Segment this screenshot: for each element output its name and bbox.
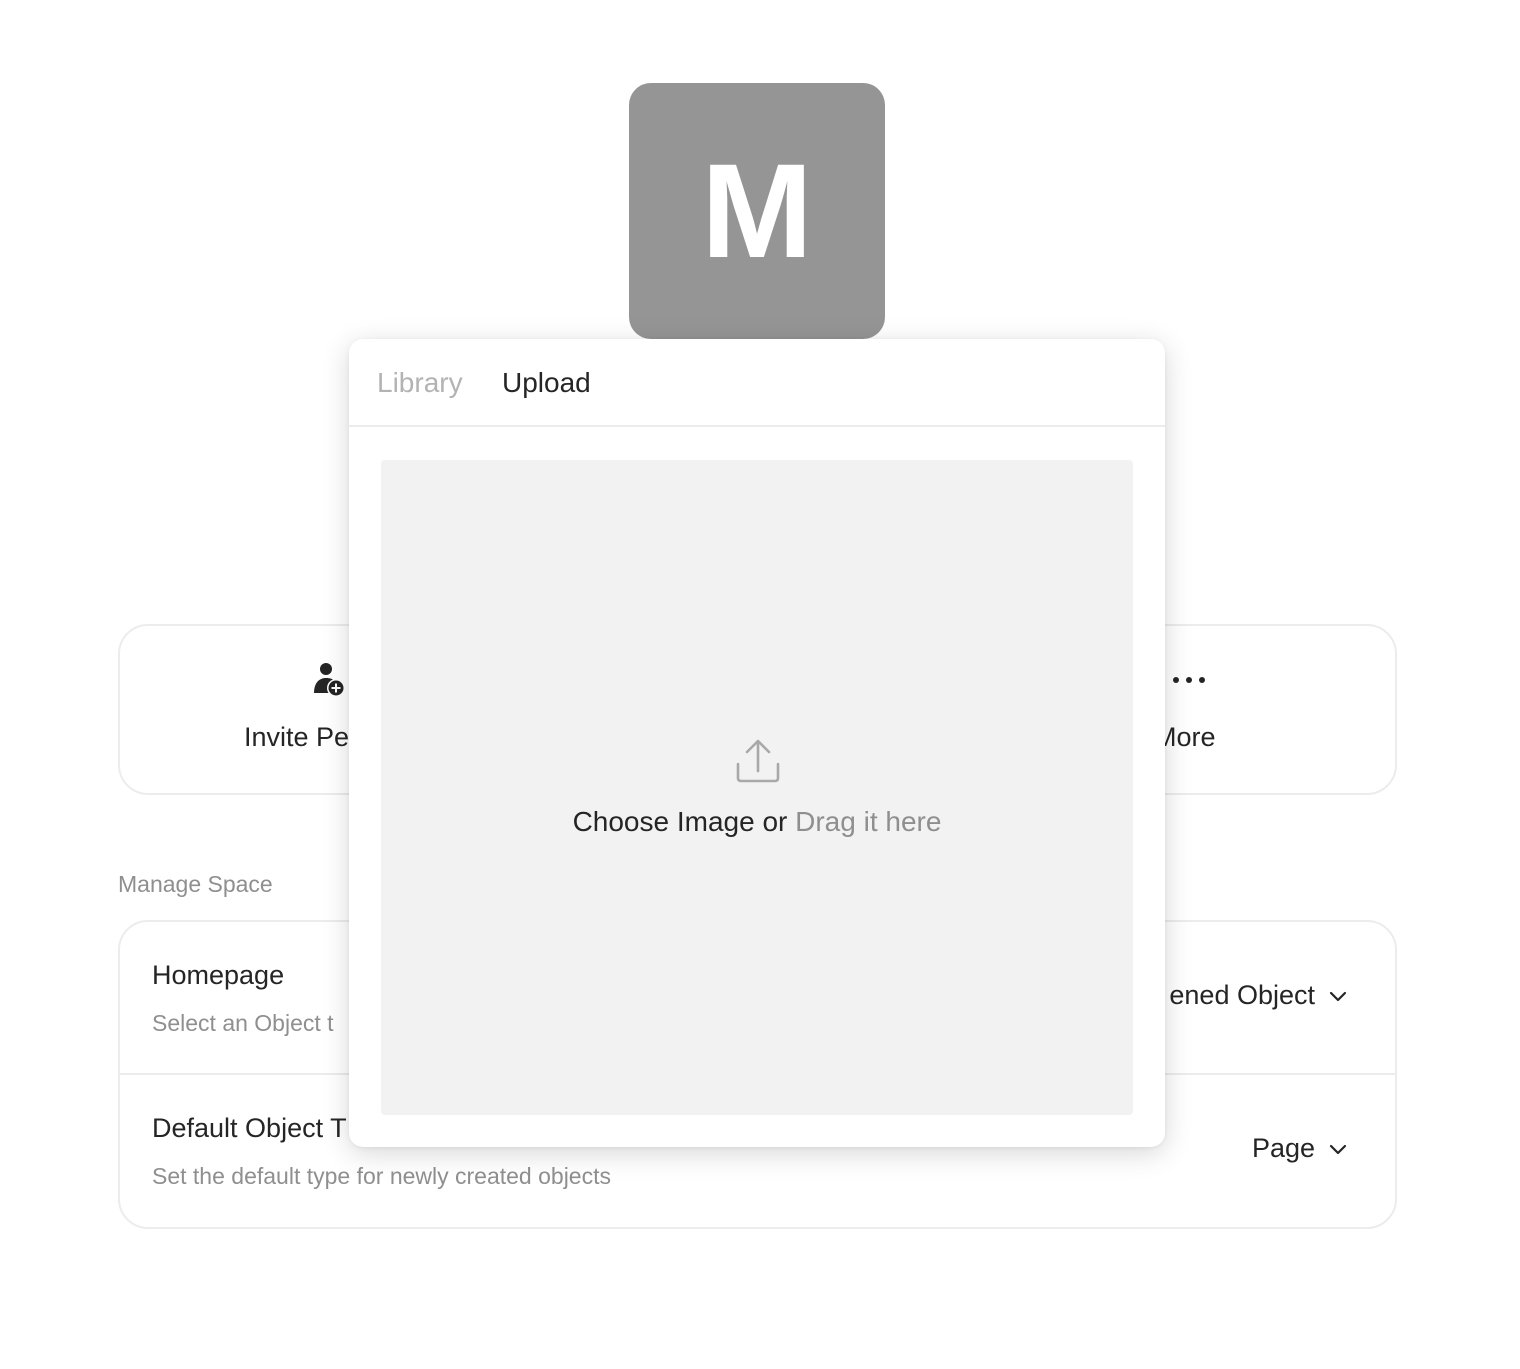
manage-space-heading: Manage Space [118,871,273,897]
more-dots-icon [1172,672,1206,690]
default-object-type-description: Set the default type for newly created o… [152,1163,611,1189]
dropzone-text: Choose Image or Drag it here [381,806,1133,838]
upload-dropzone[interactable]: Choose Image or Drag it here [381,460,1133,1115]
tab-library[interactable]: Library [377,367,463,399]
default-object-type-select[interactable]: Page [1252,1133,1347,1164]
chevron-down-icon [1329,991,1347,1001]
popup-tab-bar: Library Upload [349,339,1165,427]
upload-icon [735,738,781,789]
homepage-select-value: ened Object [1169,980,1315,1010]
tab-upload[interactable]: Upload [502,367,591,399]
chevron-down-icon [1329,1144,1347,1154]
user-add-icon [313,662,347,703]
homepage-description: Select an Object t [152,1010,334,1036]
space-icon-letter: M [701,137,813,286]
icon-picker-popup: Library Upload Choose Image or Drag it h… [349,339,1165,1147]
default-object-type-title: Default Object T [152,1113,347,1143]
homepage-title: Homepage [152,960,285,990]
space-settings-page: M Invite Pe More Manage Space Homepage S… [0,0,1520,1369]
homepage-select[interactable]: ened Object [1169,980,1347,1011]
drag-hint: Drag it here [795,806,942,837]
choose-image-link[interactable]: Choose Image or [573,806,796,837]
default-object-type-value: Page [1251,1133,1315,1163]
invite-people-label: Invite Pe [244,722,350,752]
space-icon[interactable]: M [629,83,885,339]
